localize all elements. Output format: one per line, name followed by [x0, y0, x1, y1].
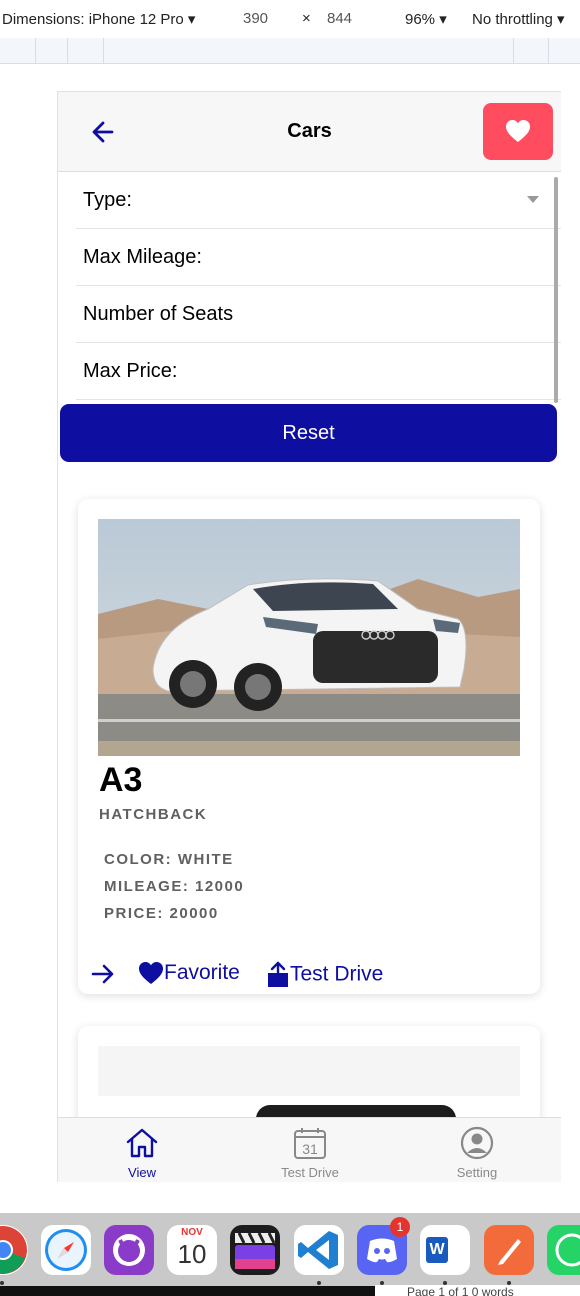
user-circle-icon [460, 1126, 494, 1160]
type-label: Type: [83, 189, 132, 211]
tab-view[interactable]: View [58, 1118, 226, 1182]
share-icon [268, 961, 288, 987]
media-query-ruler [0, 38, 580, 64]
dock-word[interactable]: W [420, 1225, 470, 1275]
car-type: HATCHBACK [99, 806, 208, 823]
dock-discord[interactable]: 1 [357, 1217, 410, 1275]
height-input[interactable]: 844 [327, 10, 352, 27]
type-select[interactable]: Type: [76, 172, 561, 229]
safari-icon [45, 1229, 87, 1271]
phone-viewport: Cars Type: Max Mileage: Number of Seats … [57, 91, 561, 1182]
dock-postman[interactable] [484, 1225, 534, 1275]
word-status-bar: Page 1 of 1 0 words [375, 1285, 580, 1296]
app-header: Cars [58, 92, 561, 172]
scrollbar[interactable] [554, 177, 558, 403]
home-icon [126, 1128, 158, 1158]
arrow-right-icon [91, 964, 114, 984]
dock-whatsapp[interactable] [547, 1225, 580, 1275]
max-price-label: Max Price: [83, 360, 178, 382]
test-drive-button[interactable]: Test Drive [266, 961, 383, 989]
heart-icon [506, 120, 530, 142]
tab-setting-label: Setting [456, 1165, 498, 1180]
seats-field[interactable]: Number of Seats [76, 286, 561, 343]
car-color: COLOR: WHITE [104, 851, 234, 868]
tab-setting[interactable]: Setting [393, 1118, 561, 1182]
tab-test-drive[interactable]: 31 Test Drive [226, 1118, 394, 1182]
dock-calendar[interactable]: NOV 10 [167, 1225, 217, 1275]
pen-icon [498, 1239, 521, 1265]
dock-final-cut[interactable] [230, 1225, 280, 1275]
zoom-select[interactable]: 96% ▾ [405, 10, 447, 28]
devtools-toolbar: Dimensions: iPhone 12 Pro ▾ 390 × 844 96… [0, 0, 580, 39]
svg-text:31: 31 [302, 1141, 318, 1157]
favorite-button[interactable]: Favorite [138, 961, 240, 985]
vscode-icon [298, 1231, 338, 1269]
filter-form: Type: Max Mileage: Number of Seats Max P… [58, 172, 561, 400]
dock-github-desktop[interactable] [104, 1225, 154, 1275]
test-drive-label: Test Drive [290, 962, 384, 986]
calendar-icon: 31 [294, 1128, 326, 1159]
whatsapp-icon [555, 1233, 580, 1267]
tab-bar: View 31 Test Drive Setting [58, 1117, 561, 1182]
dock-vscode[interactable] [294, 1225, 344, 1275]
throttling-select[interactable]: No throttling ▾ [472, 10, 565, 28]
details-button[interactable] [90, 961, 116, 987]
github-icon [113, 1234, 145, 1266]
notification-badge: 1 [390, 1217, 410, 1237]
car-photo [98, 1046, 520, 1096]
chrome-icon [0, 1226, 27, 1274]
device-dimensions-select[interactable]: Dimensions: iPhone 12 Pro ▾ [2, 10, 195, 28]
favorites-button[interactable] [483, 103, 553, 160]
tab-view-label: View [128, 1165, 156, 1180]
max-price-field[interactable]: Max Price: [76, 343, 561, 400]
car-price: PRICE: 20000 [104, 905, 219, 922]
heart-icon [139, 962, 163, 985]
word-icon: W [426, 1237, 448, 1263]
favorite-label: Favorite [164, 961, 240, 984]
car-model: A3 [99, 761, 143, 799]
tab-test-drive-label: Test Drive [281, 1165, 339, 1180]
car-photo [98, 519, 520, 756]
calendar-month: NOV [181, 1227, 203, 1238]
clapperboard-icon [235, 1232, 276, 1269]
car-card: A3 HATCHBACK COLOR: WHITE MILEAGE: 12000… [78, 499, 540, 994]
running-indicator [0, 1281, 4, 1285]
dock-safari[interactable] [41, 1225, 91, 1275]
car-mileage: MILEAGE: 12000 [104, 878, 245, 895]
times-sign: × [302, 10, 311, 27]
calendar-day: 10 [177, 1239, 207, 1269]
running-indicator [317, 1281, 321, 1285]
reset-button[interactable]: Reset [60, 404, 557, 462]
dock-chrome[interactable] [0, 1225, 28, 1275]
caret-down-icon [527, 196, 539, 203]
seats-label: Number of Seats [83, 303, 234, 325]
max-mileage-label: Max Mileage: [83, 246, 202, 268]
width-input[interactable]: 390 [243, 10, 268, 27]
macos-dock: NOV 10 1 W Page 1 of 1 0 words [0, 1213, 580, 1296]
max-mileage-field[interactable]: Max Mileage: [76, 229, 561, 286]
